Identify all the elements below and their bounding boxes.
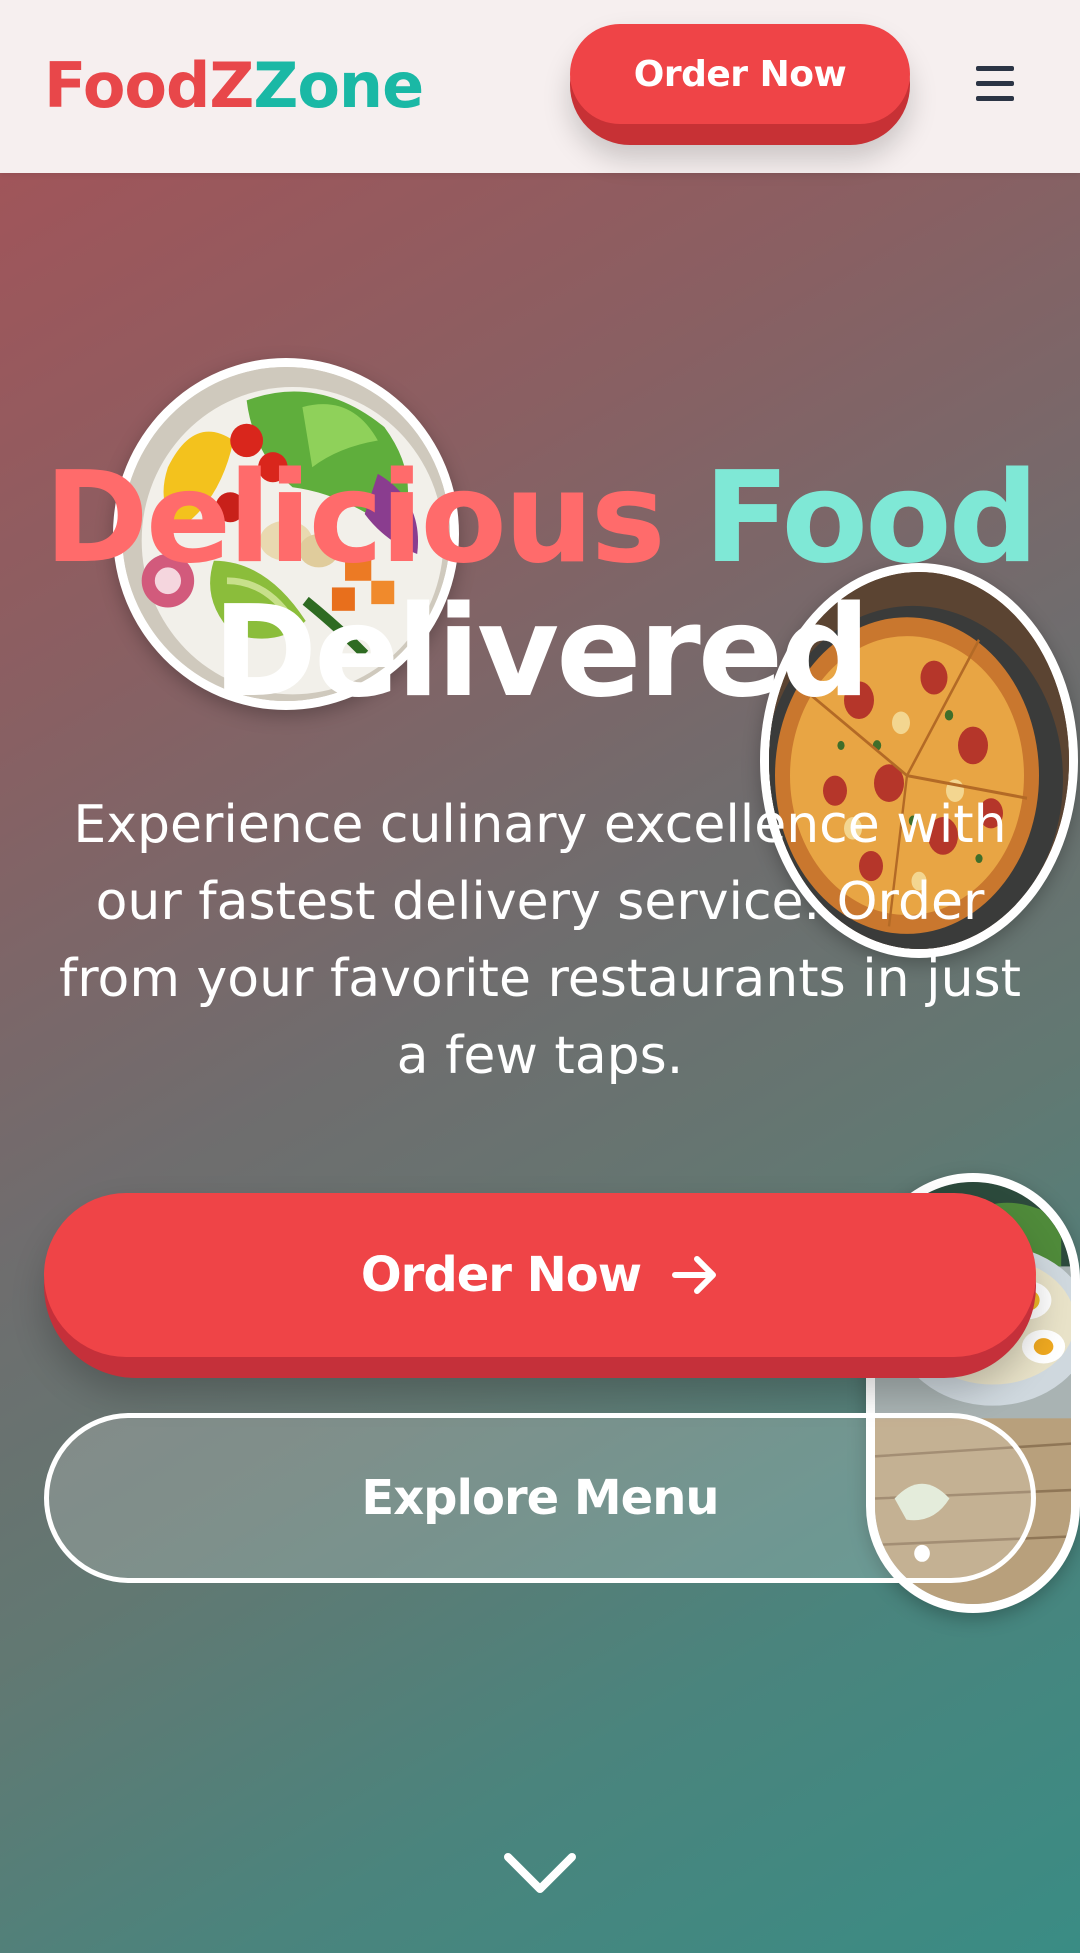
- brand-logo[interactable]: FoodZZone: [44, 48, 424, 124]
- header-order-now-button[interactable]: Order Now: [570, 24, 910, 145]
- logo-text-part2: Zone: [253, 49, 424, 122]
- hero-section: Delicious Food Delivered Experience culi…: [0, 173, 1080, 1953]
- explore-menu-label: Explore Menu: [361, 1470, 719, 1526]
- arrow-right-icon: [672, 1256, 717, 1294]
- headline-word-delicious: Delicious: [44, 444, 666, 591]
- navbar: FoodZZone Order Now: [0, 0, 1080, 173]
- headline-word-food: Food: [703, 444, 1039, 591]
- header-order-now-label: Order Now: [570, 24, 910, 124]
- explore-menu-button[interactable]: Explore Menu: [44, 1413, 1036, 1583]
- chevron-down-icon[interactable]: [500, 1843, 580, 1903]
- hero-subtitle: Experience culinary excellence with our …: [58, 795, 1022, 1086]
- logo-text-part1: FoodZ: [44, 49, 254, 122]
- hamburger-menu-icon[interactable]: [970, 62, 1022, 106]
- hero-order-now-label: Order Now: [360, 1247, 642, 1303]
- hero-headline: Delicious Food Delivered: [0, 451, 1080, 719]
- hero-order-now-face: Order Now: [44, 1193, 1036, 1357]
- hero-order-now-button[interactable]: Order Now: [44, 1193, 1036, 1378]
- headline-delivered: Delivered: [212, 578, 871, 725]
